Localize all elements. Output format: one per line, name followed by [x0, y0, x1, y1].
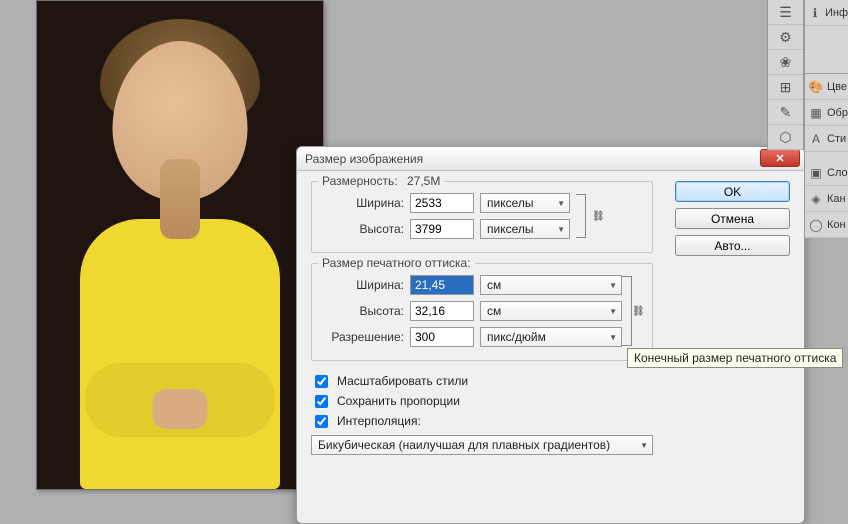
auto-button[interactable]: Авто... — [675, 235, 790, 256]
chevron-down-icon: ▼ — [640, 441, 648, 450]
doc-height-label: Высота: — [322, 304, 404, 318]
close-icon: ✕ — [775, 152, 784, 165]
resample-row: Интерполяция: — [311, 411, 790, 431]
panel-tab-color[interactable]: 🎨 Цве — [805, 74, 848, 100]
panel-icon-button[interactable]: ☰ — [768, 0, 803, 25]
chevron-down-icon: ▼ — [609, 307, 617, 316]
px-height-label: Высота: — [322, 222, 404, 236]
shape-icon: ⬡ — [779, 129, 791, 146]
palette-icon: 🎨 — [809, 80, 823, 94]
chain-icon: ⛓ — [632, 306, 645, 317]
scale-styles-label: Масштабировать стили — [337, 374, 468, 388]
resolution-field[interactable] — [410, 327, 474, 347]
layers-icon: ▣ — [809, 166, 823, 180]
panel-icon-button[interactable]: ✎ — [768, 100, 803, 125]
collapsed-panels-toolbar: ☰ ⚙ ❀ ⊞ ✎ ⬡ — [767, 0, 804, 150]
doc-height-unit-dropdown[interactable]: см ▼ — [480, 301, 622, 321]
panel-tab-swatches[interactable]: ▦ Обр — [805, 100, 848, 126]
image-size-dialog: Размер изображения ✕ OK Отмена Авто... Р… — [296, 146, 805, 524]
doc-width-field[interactable] — [410, 275, 474, 295]
doc-width-label: Ширина: — [322, 278, 404, 292]
ok-button[interactable]: OK — [675, 181, 790, 202]
px-height-field[interactable] — [410, 219, 474, 239]
panel-tab-info[interactable]: ℹ Инф — [805, 0, 848, 26]
resample-checkbox[interactable] — [315, 415, 328, 428]
dialog-titlebar[interactable]: Размер изображения ✕ — [297, 147, 804, 171]
portrait-hands — [153, 389, 208, 429]
paths-icon: ◯ — [809, 218, 823, 232]
document-canvas[interactable] — [36, 0, 324, 490]
px-height-unit-dropdown[interactable]: пикселы ▼ — [480, 219, 570, 239]
grid-icon: ⊞ — [780, 79, 792, 96]
dialog-title: Размер изображения — [305, 152, 423, 166]
px-width-label: Ширина: — [322, 196, 404, 210]
chevron-down-icon: ▼ — [557, 199, 565, 208]
panel-icon-button[interactable]: ⊞ — [768, 75, 803, 100]
resample-label: Интерполяция: — [337, 414, 421, 428]
portrait-body — [80, 219, 280, 489]
dialog-buttons: OK Отмена Авто... — [675, 181, 790, 256]
px-width-field[interactable] — [410, 193, 474, 213]
document-size-group: Размер печатного оттиска: Ширина: см ▼ В… — [311, 263, 653, 361]
resolution-unit-dropdown[interactable]: пикс/дюйм ▼ — [480, 327, 622, 347]
doc-height-field[interactable] — [410, 301, 474, 321]
panel-tab-styles[interactable]: A Сти — [805, 126, 848, 152]
px-link-indicator — [570, 194, 592, 238]
chain-icon: ⛓ — [592, 211, 605, 222]
interpolation-dropdown[interactable]: Бикубическая (наилучшая для плавных град… — [311, 435, 653, 455]
panel-icon-button[interactable]: ❀ — [768, 50, 803, 75]
tooltip: Конечный размер печатного оттиска — [627, 348, 843, 368]
panel-tab-channels[interactable]: ◈ Кан — [805, 186, 848, 212]
constrain-proportions-label: Сохранить пропорции — [337, 394, 460, 408]
panel-icon-button[interactable]: ⚙ — [768, 25, 803, 50]
pixel-dimensions-group: Размерность: 27,5M Ширина: пикселы ▼ Выс… — [311, 181, 653, 253]
pixel-dimensions-heading: Размерность: 27,5M — [318, 174, 444, 188]
tools-icon: ⚙ — [779, 29, 792, 46]
constrain-proportions-row: Сохранить пропорции — [311, 391, 790, 411]
chevron-down-icon: ▼ — [557, 225, 565, 234]
document-size-heading: Размер печатного оттиска: — [318, 256, 475, 270]
menu-icon: ☰ — [779, 4, 792, 21]
panel-tab-layers[interactable]: ▣ Сло — [805, 160, 848, 186]
scale-styles-checkbox[interactable] — [315, 375, 328, 388]
resolution-label: Разрешение: — [322, 330, 404, 344]
scale-styles-row: Масштабировать стили — [311, 371, 790, 391]
info-icon: ℹ — [809, 6, 821, 20]
brush-icon: ❀ — [780, 54, 792, 71]
cancel-button[interactable]: Отмена — [675, 208, 790, 229]
panel-tab-paths[interactable]: ◯ Кон — [805, 212, 848, 238]
constrain-proportions-checkbox[interactable] — [315, 395, 328, 408]
panel-icon-button[interactable]: ⬡ — [768, 125, 803, 150]
swatch-icon: ▦ — [809, 106, 823, 120]
style-icon: A — [809, 132, 823, 146]
panel-tabs: ℹ Инф 🎨 Цве ▦ Обр A Сти ▣ Сло ◈ Кан ◯ Ко… — [804, 0, 848, 238]
doc-link-indicator — [622, 276, 632, 346]
pen-icon: ✎ — [780, 104, 792, 121]
chevron-down-icon: ▼ — [609, 281, 617, 290]
doc-width-unit-dropdown[interactable]: см ▼ — [480, 275, 622, 295]
px-width-unit-dropdown[interactable]: пикселы ▼ — [480, 193, 570, 213]
chevron-down-icon: ▼ — [609, 333, 617, 342]
close-button[interactable]: ✕ — [760, 149, 800, 167]
channels-icon: ◈ — [809, 192, 823, 206]
